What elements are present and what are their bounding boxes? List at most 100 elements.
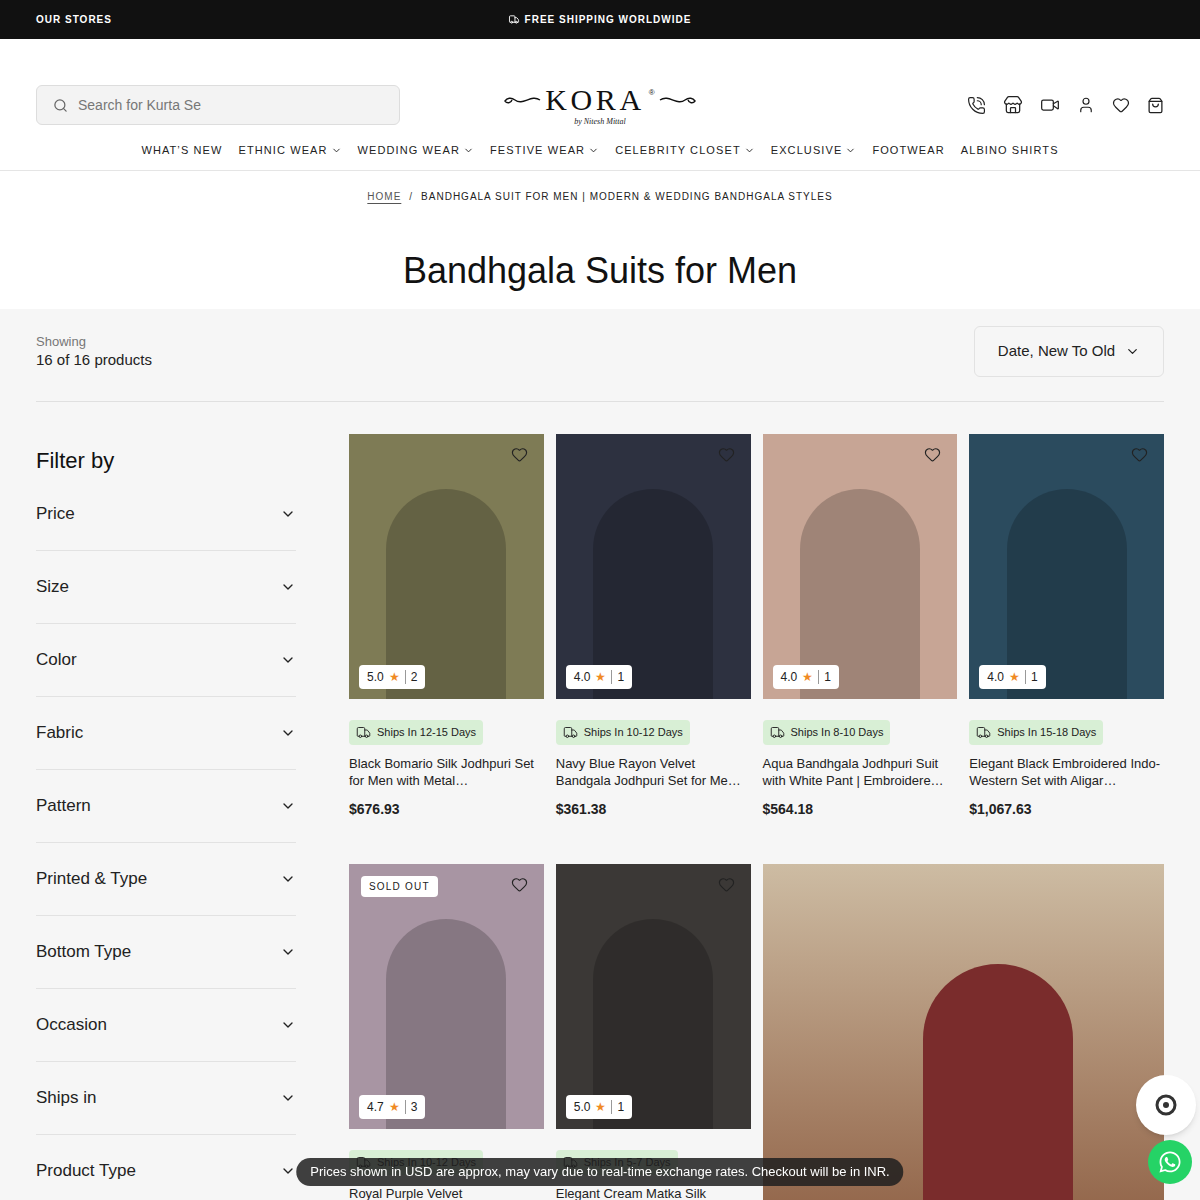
nav-chevron-icon bbox=[845, 145, 856, 156]
review-count: 1 bbox=[824, 668, 831, 686]
shipping-notice: FREE SHIPPING WORLDWIDE bbox=[509, 12, 692, 27]
nav-chevron-icon bbox=[588, 145, 599, 156]
wishlist-icon[interactable] bbox=[924, 446, 941, 463]
whatsapp-button[interactable] bbox=[1148, 1140, 1192, 1184]
rating-divider bbox=[611, 670, 612, 684]
toolbar: Showing16 of 16 products Date, New To Old bbox=[0, 309, 1200, 377]
banner-figure bbox=[923, 964, 1073, 1200]
product-title[interactable]: Black Bomario Silk Jodhpuri Set for Men … bbox=[349, 755, 544, 789]
sort-chevron-icon bbox=[1125, 344, 1140, 359]
search-field[interactable] bbox=[36, 85, 400, 125]
filter-row[interactable]: Fabric bbox=[36, 697, 296, 770]
brand-mark-icon bbox=[1154, 1093, 1178, 1117]
product-card[interactable]: 4.0★1Ships In 8-10 DaysAqua Bandhgala Jo… bbox=[763, 434, 958, 820]
rating-badge: 4.0★1 bbox=[979, 665, 1045, 689]
account-icon[interactable] bbox=[1077, 96, 1095, 114]
product-title[interactable]: Royal Purple Velvet bbox=[349, 1185, 544, 1200]
flourish-left-icon bbox=[503, 92, 541, 108]
product-title[interactable]: Elegant Cream Matka Silk bbox=[556, 1185, 751, 1200]
filter-row[interactable]: Price bbox=[36, 478, 296, 551]
product-image[interactable]: 5.0★1 bbox=[556, 864, 751, 1129]
nav-item[interactable]: CELEBRITY CLOSET bbox=[615, 142, 755, 158]
nav-item[interactable]: ETHNIC WEAR bbox=[238, 142, 341, 158]
page-title: Bandhgala Suits for Men bbox=[0, 249, 1200, 309]
filter-row[interactable]: Occasion bbox=[36, 989, 296, 1062]
filter-chevron-icon bbox=[280, 798, 296, 814]
nav-item[interactable]: ALBINO SHIRTS bbox=[961, 142, 1059, 158]
rating-badge: 4.0★1 bbox=[773, 665, 839, 689]
product-title[interactable]: Elegant Black Embroidered Indo-Western S… bbox=[969, 755, 1164, 789]
filter-chevron-icon bbox=[280, 1090, 296, 1106]
breadcrumb-item[interactable]: HOME bbox=[367, 190, 401, 204]
wishlist-icon[interactable] bbox=[718, 876, 735, 893]
promo-banner[interactable] bbox=[763, 864, 1165, 1200]
nav-item[interactable]: EXCLUSIVE bbox=[771, 142, 857, 158]
wishlist-icon[interactable] bbox=[718, 446, 735, 463]
store-icon[interactable] bbox=[1003, 95, 1023, 115]
ships-badge: Ships In 8-10 Days bbox=[763, 720, 891, 745]
wishlist-icon[interactable] bbox=[511, 876, 528, 893]
logo-tagline: by Nitesh Mittal bbox=[574, 117, 626, 127]
product-card[interactable]: SOLD OUT4.7★3Ships In 10-12 DaysRoyal Pu… bbox=[349, 864, 544, 1200]
filter-row[interactable]: Bottom Type bbox=[36, 916, 296, 989]
wishlist-icon[interactable] bbox=[1131, 446, 1148, 463]
product-image[interactable]: 4.0★1 bbox=[763, 434, 958, 699]
rating-divider bbox=[405, 1100, 406, 1114]
product-card[interactable]: 4.0★1 Ships In 10-12 Days Navy Blue Rayon … bbox=[556, 434, 751, 820]
rating-star: ★ bbox=[802, 668, 813, 686]
product-image[interactable]: 4.0★1 bbox=[969, 434, 1164, 699]
nav-item[interactable]: WEDDING WEAR bbox=[358, 142, 474, 158]
wishlist-icon[interactable] bbox=[511, 446, 528, 463]
nav-item[interactable]: FESTIVE WEAR bbox=[490, 142, 599, 158]
filter-row[interactable]: Pattern bbox=[36, 770, 296, 843]
chat-button[interactable] bbox=[1136, 1075, 1196, 1135]
rating-badge: 4.7★3 bbox=[359, 1095, 425, 1119]
nav-chevron-icon bbox=[744, 145, 755, 156]
product-price: $1,067.63 bbox=[969, 799, 1164, 820]
product-image[interactable]: SOLD OUT4.7★3 bbox=[349, 864, 544, 1129]
product-image[interactable]: 5.0★2 bbox=[349, 434, 544, 699]
product-title[interactable]: Navy Blue Rayon Velvet Bandgala Jodhpuri… bbox=[556, 755, 751, 789]
rating-divider bbox=[611, 1100, 612, 1114]
filter-row[interactable]: Color bbox=[36, 624, 296, 697]
wishlist-header-icon[interactable] bbox=[1112, 96, 1130, 114]
rating-divider bbox=[818, 670, 819, 684]
currency-notice: Prices shown in USD are approx, may vary… bbox=[296, 1158, 903, 1186]
product-card[interactable]: 4.0★1Ships In 15-18 DaysElegant Black Em… bbox=[969, 434, 1164, 820]
nav-item[interactable]: WHAT’S NEW bbox=[141, 142, 222, 158]
review-count: 1 bbox=[1031, 668, 1038, 686]
nav-chevron-icon bbox=[463, 145, 474, 156]
shipping-icon bbox=[509, 14, 520, 25]
logo[interactable]: KORA®by Nitesh Mittal bbox=[503, 75, 696, 135]
sort-select[interactable]: Date, New To Old bbox=[974, 326, 1164, 377]
cart-icon[interactable] bbox=[1147, 97, 1164, 114]
filter-row[interactable]: Ships in bbox=[36, 1062, 296, 1135]
filter-row[interactable]: Size bbox=[36, 551, 296, 624]
product-image[interactable]: 4.0★1 bbox=[556, 434, 751, 699]
header: KORA®by Nitesh Mittal WHAT’S NEW ETHNIC WE… bbox=[0, 39, 1200, 309]
product-price: $676.93 bbox=[349, 799, 544, 820]
truck-icon bbox=[563, 725, 578, 740]
ships-badge: Ships In 10-12 Days bbox=[556, 720, 690, 745]
our-stores-link[interactable]: OUR STORES bbox=[36, 12, 112, 27]
product-card[interactable]: 5.0★1Ships In 5-7 DaysElegant Cream Matk… bbox=[556, 864, 751, 1200]
toolbar-divider bbox=[36, 401, 1164, 402]
nav-chevron-icon bbox=[331, 145, 342, 156]
filter-chevron-icon bbox=[280, 944, 296, 960]
review-count: 1 bbox=[617, 668, 624, 686]
filter-chevron-icon bbox=[280, 1163, 296, 1179]
phone-icon[interactable] bbox=[967, 96, 986, 115]
filter-row[interactable]: Product Type bbox=[36, 1135, 296, 1200]
ships-badge: Ships In 12-15 Days bbox=[349, 720, 483, 745]
filter-row[interactable]: Printed & Type bbox=[36, 843, 296, 916]
product-card[interactable]: 5.0★2 Ships In 12-15 Days Black Bomario Si… bbox=[349, 434, 544, 820]
filter-chevron-icon bbox=[280, 725, 296, 741]
breadcrumb-item: BANDHGALA SUIT FOR MEN | MODERN & WEDDIN… bbox=[421, 190, 833, 204]
product-title[interactable]: Aqua Bandhgala Jodhpuri Suit with White … bbox=[763, 755, 958, 789]
result-count: Showing16 of 16 products bbox=[36, 333, 152, 370]
product-price: $361.38 bbox=[556, 799, 751, 820]
nav-item[interactable]: FOOTWEAR bbox=[872, 142, 944, 158]
truck-icon bbox=[356, 725, 371, 740]
video-call-icon[interactable] bbox=[1040, 95, 1060, 115]
search-input[interactable] bbox=[78, 95, 383, 116]
